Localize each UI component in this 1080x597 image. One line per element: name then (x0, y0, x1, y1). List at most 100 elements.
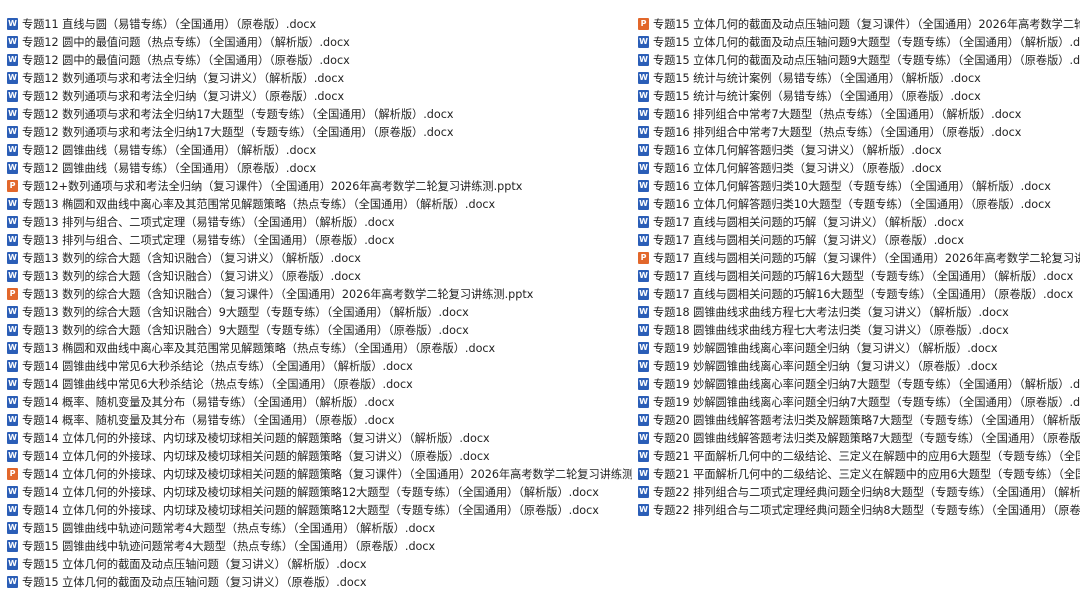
file-item[interactable]: W 专题22 排列组合与二项式定理经典问题全归纳8大题型（专题专练）（全国通用）（… (638, 483, 1080, 501)
file-name: 专题13 数列的综合大题（含知识融合）（复习课件）（全国通用）2026年高考数学… (22, 288, 534, 301)
file-item[interactable]: W 专题14 圆锥曲线中常见6大秒杀结论（热点专练）（全国通用）（解析版）.doc… (7, 357, 632, 375)
file-item[interactable]: W 专题21 平面解析几何中的二级结论、三定义在解题中的应用6大题型（专题专练）（… (638, 447, 1080, 465)
file-item[interactable]: P 专题17 直线与圆相关问题的巧解（复习课件）（全国通用）2026年高考数学二轮… (638, 249, 1080, 267)
word-doc-icon: W (638, 90, 649, 102)
file-item[interactable]: W 专题12 圆中的最值问题（热点专练）（全国通用）（原卷版）.docx (7, 51, 632, 69)
file-item[interactable]: W 专题12 数列通项与求和考法全归纳（复习讲义）（原卷版）.docx (7, 87, 632, 105)
file-item[interactable]: W 专题15 立体几何的截面及动点压轴问题9大题型（专题专练）（全国通用）（解析版… (638, 33, 1080, 51)
word-doc-icon: W (7, 216, 18, 228)
word-doc-icon: W (7, 360, 18, 372)
file-item[interactable]: W 专题12 圆锥曲线（易错专练）（全国通用）（原卷版）.docx (7, 159, 632, 177)
file-item[interactable]: W 专题12 数列通项与求和考法全归纳17大题型（专题专练）（全国通用）（原卷版）… (7, 123, 632, 141)
file-item[interactable]: W 专题20 圆锥曲线解答题考法归类及解题策略7大题型（专题专练）（全国通用）（解… (638, 411, 1080, 429)
file-item[interactable]: W 专题13 数列的综合大题（含知识融合）（复习讲义）（原卷版）.docx (7, 267, 632, 285)
file-item[interactable]: P 专题14 立体几何的外接球、内切球及棱切球相关问题的解题策略（复习课件）（全国… (7, 465, 632, 483)
file-item[interactable]: W 专题13 椭圆和双曲线中离心率及其范围常见解题策略（热点专练）（全国通用）（解… (7, 195, 632, 213)
file-item[interactable]: W 专题14 立体几何的外接球、内切球及棱切球相关问题的解题策略12大题型（专题专… (7, 483, 632, 501)
file-item[interactable]: P 专题13 数列的综合大题（含知识融合）（复习课件）（全国通用）2026年高考数… (7, 285, 632, 303)
file-item[interactable]: W 专题20 圆锥曲线解答题考法归类及解题策略7大题型（专题专练）（全国通用）（原… (638, 429, 1080, 447)
file-item[interactable]: W 专题15 立体几何的截面及动点压轴问题（复习讲义）（原卷版）.docx (7, 573, 632, 591)
file-name: 专题12 圆中的最值问题（热点专练）（全国通用）（原卷版）.docx (22, 54, 350, 67)
file-name: 专题14 圆锥曲线中常见6大秒杀结论（热点专练）（全国通用）（原卷版）.docx (22, 378, 413, 391)
file-item[interactable]: W 专题19 妙解圆锥曲线离心率问题全归纳7大题型（专题专练）（全国通用）（原卷版… (638, 393, 1080, 411)
file-item[interactable]: W 专题14 立体几何的外接球、内切球及棱切球相关问题的解题策略（复习讲义）（原卷… (7, 447, 632, 465)
file-item[interactable]: W 专题19 妙解圆锥曲线离心率问题全归纳7大题型（专题专练）（全国通用）（解析版… (638, 375, 1080, 393)
file-name: 专题19 妙解圆锥曲线离心率问题全归纳（复习讲义）（原卷版）.docx (653, 360, 998, 373)
word-doc-icon: W (7, 450, 18, 462)
word-doc-icon: W (7, 126, 18, 138)
word-doc-icon: W (7, 396, 18, 408)
file-item[interactable]: W 专题14 概率、随机变量及其分布（易错专练）（全国通用）（原卷版）.docx (7, 411, 632, 429)
file-item[interactable]: W 专题16 立体几何解答题归类10大题型（专题专练）（全国通用）（原卷版）.do… (638, 195, 1080, 213)
file-list-right-column: P 专题15 立体几何的截面及动点压轴问题（复习课件）（全国通用）2026年高考数… (638, 15, 1080, 519)
file-name: 专题13 椭圆和双曲线中离心率及其范围常见解题策略（热点专练）（全国通用）（解析… (22, 198, 496, 211)
file-item[interactable]: W 专题13 椭圆和双曲线中离心率及其范围常见解题策略（热点专练）（全国通用）（原… (7, 339, 632, 357)
file-name: 专题15 立体几何的截面及动点压轴问题（复习讲义）（原卷版）.docx (22, 576, 367, 589)
file-item[interactable]: P 专题12+数列通项与求和考法全归纳（复习课件）（全国通用）2026年高考数学二… (7, 177, 632, 195)
file-item[interactable]: W 专题16 立体几何解答题归类（复习讲义）（原卷版）.docx (638, 159, 1080, 177)
file-item[interactable]: W 专题15 圆锥曲线中轨迹问题常考4大题型（热点专练）（全国通用）（解析版）.d… (7, 519, 632, 537)
file-item[interactable]: W 专题14 概率、随机变量及其分布（易错专练）（全国通用）（解析版）.docx (7, 393, 632, 411)
file-item[interactable]: W 专题15 立体几何的截面及动点压轴问题9大题型（专题专练）（全国通用）（原卷版… (638, 51, 1080, 69)
file-name: 专题13 排列与组合、二项式定理（易错专练）（全国通用）（原卷版）.docx (22, 234, 395, 247)
word-doc-icon: W (7, 108, 18, 120)
file-item[interactable]: W 专题15 圆锥曲线中轨迹问题常考4大题型（热点专练）（全国通用）（原卷版）.d… (7, 537, 632, 555)
file-item[interactable]: W 专题18 圆锥曲线求曲线方程七大考法归类（复习讲义）（解析版）.docx (638, 303, 1080, 321)
file-item[interactable]: W 专题13 数列的综合大题（含知识融合）9大题型（专题专练）（全国通用）（原卷版… (7, 321, 632, 339)
file-name: 专题13 数列的综合大题（含知识融合）（复习讲义）（解析版）.docx (22, 252, 361, 265)
file-item[interactable]: W 专题13 数列的综合大题（含知识融合）9大题型（专题专练）（全国通用）（解析版… (7, 303, 632, 321)
word-doc-icon: W (7, 198, 18, 210)
file-item[interactable]: W 专题15 统计与统计案例（易错专练）（全国通用）（原卷版）.docx (638, 87, 1080, 105)
word-doc-icon: W (7, 54, 18, 66)
file-item[interactable]: W 专题15 立体几何的截面及动点压轴问题（复习讲义）（解析版）.docx (7, 555, 632, 573)
word-doc-icon: W (7, 36, 18, 48)
file-item[interactable]: W 专题13 排列与组合、二项式定理（易错专练）（全国通用）（解析版）.docx (7, 213, 632, 231)
file-item[interactable]: W 专题18 圆锥曲线求曲线方程七大考法归类（复习讲义）（原卷版）.docx (638, 321, 1080, 339)
file-name: 专题12 数列通项与求和考法全归纳17大题型（专题专练）（全国通用）（解析版）.… (22, 108, 454, 121)
word-doc-icon: W (638, 468, 649, 480)
word-doc-icon: W (638, 216, 649, 228)
word-doc-icon: W (7, 558, 18, 570)
file-item[interactable]: W 专题13 数列的综合大题（含知识融合）（复习讲义）（解析版）.docx (7, 249, 632, 267)
word-doc-icon: W (7, 342, 18, 354)
file-item[interactable]: W 专题14 立体几何的外接球、内切球及棱切球相关问题的解题策略（复习讲义）（解析… (7, 429, 632, 447)
file-item[interactable]: W 专题16 立体几何解答题归类10大题型（专题专练）（全国通用）（解析版）.do… (638, 177, 1080, 195)
file-item[interactable]: W 专题17 直线与圆相关问题的巧解（复习讲义）（原卷版）.docx (638, 231, 1080, 249)
file-name: 专题14 概率、随机变量及其分布（易错专练）（全国通用）（原卷版）.docx (22, 414, 395, 427)
file-item[interactable]: W 专题12 数列通项与求和考法全归纳（复习讲义）（解析版）.docx (7, 69, 632, 87)
file-name: 专题17 直线与圆相关问题的巧解（复习讲义）（解析版）.docx (653, 216, 964, 229)
file-item[interactable]: W 专题11 直线与圆（易错专练）（全国通用）（原卷版）.docx (7, 15, 632, 33)
file-item[interactable]: W 专题15 统计与统计案例（易错专练）（全国通用）（解析版）.docx (638, 69, 1080, 87)
file-item[interactable]: W 专题12 数列通项与求和考法全归纳17大题型（专题专练）（全国通用）（解析版）… (7, 105, 632, 123)
word-doc-icon: W (7, 504, 18, 516)
file-item[interactable]: W 专题17 直线与圆相关问题的巧解16大题型（专题专练）（全国通用）（原卷版）.… (638, 285, 1080, 303)
file-item[interactable]: W 专题22 排列组合与二项式定理经典问题全归纳8大题型（专题专练）（全国通用）（… (638, 501, 1080, 519)
powerpoint-icon: P (7, 288, 18, 300)
file-name: 专题15 立体几何的截面及动点压轴问题（复习讲义）（解析版）.docx (22, 558, 367, 571)
file-item[interactable]: W 专题16 排列组合中常考7大题型（热点专练）（全国通用）（原卷版）.docx (638, 123, 1080, 141)
powerpoint-icon: P (638, 18, 649, 30)
word-doc-icon: W (638, 306, 649, 318)
file-name: 专题13 数列的综合大题（含知识融合）9大题型（专题专练）（全国通用）（原卷版）… (22, 324, 469, 337)
file-item[interactable]: W 专题21 平面解析几何中的二级结论、三定义在解题中的应用6大题型（专题专练）（… (638, 465, 1080, 483)
file-item[interactable]: W 专题13 排列与组合、二项式定理（易错专练）（全国通用）（原卷版）.docx (7, 231, 632, 249)
file-item[interactable]: W 专题16 立体几何解答题归类（复习讲义）（解析版）.docx (638, 141, 1080, 159)
file-item[interactable]: W 专题19 妙解圆锥曲线离心率问题全归纳（复习讲义）（解析版）.docx (638, 339, 1080, 357)
word-doc-icon: W (638, 54, 649, 66)
file-item[interactable]: W 专题14 立体几何的外接球、内切球及棱切球相关问题的解题策略12大题型（专题专… (7, 501, 632, 519)
file-item[interactable]: P 专题15 立体几何的截面及动点压轴问题（复习课件）（全国通用）2026年高考数… (638, 15, 1080, 33)
word-doc-icon: W (7, 324, 18, 336)
file-name: 专题16 排列组合中常考7大题型（热点专练）（全国通用）（解析版）.docx (653, 108, 1022, 121)
word-doc-icon: W (7, 90, 18, 102)
word-doc-icon: W (7, 414, 18, 426)
word-doc-icon: W (638, 378, 649, 390)
file-item[interactable]: W 专题16 排列组合中常考7大题型（热点专练）（全国通用）（解析版）.docx (638, 105, 1080, 123)
file-item[interactable]: W 专题12 圆中的最值问题（热点专练）（全国通用）（解析版）.docx (7, 33, 632, 51)
file-item[interactable]: W 专题12 圆锥曲线（易错专练）（全国通用）（解析版）.docx (7, 141, 632, 159)
word-doc-icon: W (638, 342, 649, 354)
file-item[interactable]: W 专题19 妙解圆锥曲线离心率问题全归纳（复习讲义）（原卷版）.docx (638, 357, 1080, 375)
file-item[interactable]: W 专题14 圆锥曲线中常见6大秒杀结论（热点专练）（全国通用）（原卷版）.doc… (7, 375, 632, 393)
word-doc-icon: W (638, 162, 649, 174)
file-item[interactable]: W 专题17 直线与圆相关问题的巧解16大题型（专题专练）（全国通用）（解析版）.… (638, 267, 1080, 285)
file-item[interactable]: W 专题17 直线与圆相关问题的巧解（复习讲义）（解析版）.docx (638, 213, 1080, 231)
